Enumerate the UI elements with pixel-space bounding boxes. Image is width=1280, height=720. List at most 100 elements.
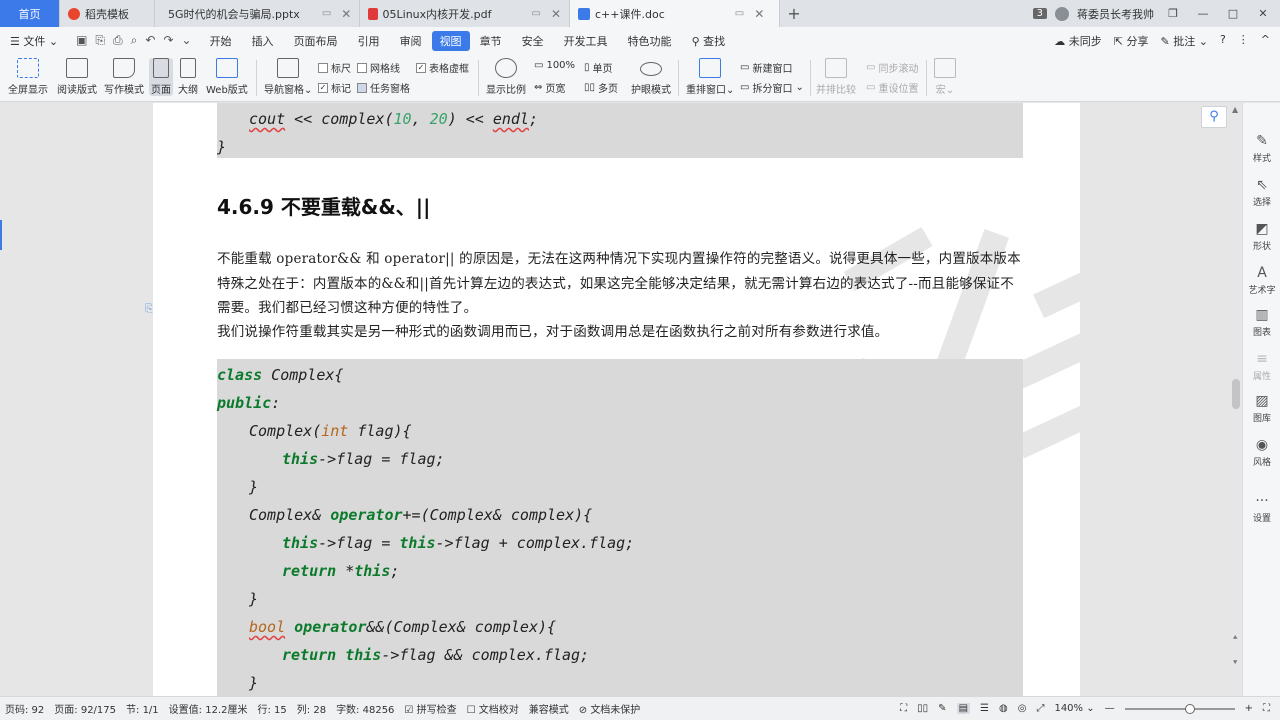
page-view-icon[interactable]: ▤ <box>956 703 971 714</box>
side-gallery-button[interactable]: ▨ 图库 <box>1243 393 1280 424</box>
tab-doc[interactable]: c++课件.doc ▭ ✕ <box>570 0 780 27</box>
sync-scroll-button[interactable]: ▭ 同步滚动 <box>866 60 918 75</box>
maximize-icon[interactable]: □ <box>1222 7 1244 20</box>
close-window-icon[interactable]: ✕ <box>1252 7 1274 20</box>
zoom-slider-knob[interactable] <box>1184 703 1195 714</box>
side-style-button[interactable]: ◉ 风格 <box>1243 437 1280 468</box>
vertical-scrollbar[interactable]: ▲ ⯅ ⯆ <box>1230 103 1242 696</box>
sync-button[interactable]: ☁ 未同步 <box>1054 33 1102 49</box>
eye-protect-icon[interactable]: ◎ <box>1018 703 1027 714</box>
proofread-button[interactable]: ☐ 文档校对 <box>462 701 524 716</box>
tab-pdf[interactable]: 05Linux内核开发.pdf ▭ ✕ <box>360 0 570 27</box>
outline-view-icon[interactable]: ⛶ <box>900 703 907 714</box>
menu-item[interactable]: 插入 <box>242 33 284 49</box>
menu-item[interactable]: 引用 <box>348 33 390 49</box>
share-button[interactable]: ⇱ 分享 <box>1114 33 1149 49</box>
save-icon[interactable]: ▣ <box>76 33 87 48</box>
menu-file[interactable]: ☰ 文件 ⌄ <box>0 33 68 49</box>
close-icon[interactable]: ✕ <box>341 7 351 21</box>
outline-button[interactable]: 大纲 <box>178 58 198 96</box>
prev-page-icon[interactable]: ⯅ <box>1232 633 1238 643</box>
help-icon[interactable]: ? <box>1220 33 1226 49</box>
minimize-tab-icon[interactable]: ▭ <box>531 8 540 19</box>
nav-pane-button[interactable]: 导航窗格⌄ <box>264 58 312 96</box>
document-page[interactable]: cout << complex(10, 20) << endl; } 4.6.9… <box>153 103 1080 696</box>
writing-mode-button[interactable]: 写作模式 <box>104 58 144 96</box>
single-page-button[interactable]: ▯ 单页 <box>584 60 613 75</box>
reading-layout-button[interactable]: 阅读版式 <box>57 58 97 96</box>
task-pane-checkbox[interactable]: 任务窗格 <box>357 80 410 95</box>
tab-home[interactable]: 首页 <box>0 0 60 27</box>
new-window-button[interactable]: ▭ 新建窗口 <box>740 60 792 75</box>
menu-item[interactable]: 安全 <box>512 33 554 49</box>
status-page-of[interactable]: 页面: 92/175 <box>49 701 121 716</box>
zoom-value[interactable]: 140% ⌄ <box>1054 703 1094 714</box>
more-icon[interactable]: ⋮ <box>1238 33 1249 49</box>
side-chart-button[interactable]: ▥ 图表 <box>1243 307 1280 338</box>
tab-pptx[interactable]: 5G时代的机会与骗局.pptx ▭ ✕ <box>155 0 360 27</box>
scroll-up-icon[interactable]: ▲ <box>1232 105 1238 114</box>
comment-button[interactable]: ✎ 批注 ⌄ <box>1161 33 1208 49</box>
close-icon[interactable]: ✕ <box>754 7 764 21</box>
side-settings-button[interactable]: ··· 设置 <box>1243 493 1280 524</box>
status-page-num[interactable]: 页码: 92 <box>0 701 49 716</box>
zoom-out-icon[interactable]: — <box>1105 703 1115 714</box>
status-words[interactable]: 字数: 48256 <box>331 701 399 716</box>
mark-checkbox[interactable]: ✓ 标记 <box>318 80 351 95</box>
new-tab-button[interactable]: + <box>780 0 808 27</box>
page-view-button[interactable]: 页面 <box>149 58 173 96</box>
fullscreen-button[interactable]: 全屏显示 <box>8 58 48 96</box>
page-width-button[interactable]: ⇔ 页宽 <box>534 80 565 95</box>
gridlines-checkbox[interactable]: 网格线 <box>357 60 400 75</box>
minimize-tab-icon[interactable]: ▭ <box>322 8 331 19</box>
menu-item[interactable]: 特色功能 <box>618 33 682 49</box>
fullscreen-icon[interactable]: ⤢ <box>1036 703 1044 714</box>
next-page-icon[interactable]: ⯆ <box>1232 658 1238 668</box>
restore-icon[interactable]: ❐ <box>1162 7 1184 20</box>
macro-button[interactable]: 宏⌄ <box>934 58 956 96</box>
menu-item[interactable]: 页面布局 <box>284 33 348 49</box>
side-properties-button[interactable]: ≡ 属性 <box>1243 351 1280 382</box>
writing-view-icon[interactable]: ✎ <box>938 703 946 714</box>
side-wordart-button[interactable]: A 艺术字 <box>1243 265 1280 296</box>
redo-icon[interactable]: ↷ <box>163 33 173 48</box>
spell-check-button[interactable]: ☑ 拼写检查 <box>399 701 461 716</box>
preview-icon[interactable]: ⌕ <box>131 33 138 48</box>
minimize-tab-icon[interactable]: ▭ <box>735 8 744 19</box>
customize-icon[interactable]: ⌄ <box>182 33 192 48</box>
window-count-badge[interactable]: 3 <box>1032 8 1047 19</box>
outline-icon[interactable]: ☰ <box>980 703 989 714</box>
ruler-checkbox[interactable]: 标尺 <box>318 60 351 75</box>
minimize-icon[interactable]: — <box>1192 7 1214 20</box>
user-name[interactable]: 蒋委员长考我帅 <box>1077 6 1154 22</box>
location-pin-icon[interactable]: ⚲ <box>1201 106 1227 128</box>
zoom-in-icon[interactable]: + <box>1245 703 1253 714</box>
zoom-100-button[interactable]: ▭ 100% <box>534 60 575 71</box>
side-select-button[interactable]: ⇖ 选择 <box>1243 177 1280 208</box>
menu-item[interactable]: 章节 <box>470 33 512 49</box>
search-button[interactable]: ⚲ 查找 <box>682 33 736 49</box>
print-icon[interactable]: ⎙ <box>113 33 123 48</box>
collapse-ribbon-icon[interactable]: ^ <box>1261 33 1270 49</box>
menu-item[interactable]: 审阅 <box>390 33 432 49</box>
reading-view-icon[interactable]: ▯▯ <box>917 703 928 714</box>
rearrange-window-button[interactable]: 重排窗口⌄ <box>686 58 734 96</box>
undo-icon[interactable]: ↶ <box>145 33 155 48</box>
web-view-icon[interactable]: ◍ <box>999 703 1008 714</box>
split-window-button[interactable]: ▭ 拆分窗口 ⌄ <box>740 80 804 95</box>
menu-item[interactable]: 开发工具 <box>554 33 618 49</box>
tab-daoke[interactable]: 稻壳模板 <box>60 0 155 27</box>
web-layout-button[interactable]: Web版式 <box>206 58 248 96</box>
side-styles-button[interactable]: ✎ 样式 <box>1243 133 1280 164</box>
share-icon[interactable]: ⎘ <box>95 33 105 48</box>
reset-position-button[interactable]: ▭ 重设位置 <box>866 80 918 95</box>
side-by-side-button[interactable]: 并排比较 <box>816 58 856 96</box>
fit-window-icon[interactable]: ⛶ <box>1263 703 1270 714</box>
protect-button[interactable]: ⊘ 文档未保护 <box>574 701 646 716</box>
avatar[interactable] <box>1055 6 1069 21</box>
scrollbar-thumb[interactable] <box>1232 379 1240 409</box>
multi-page-button[interactable]: ▯▯ 多页 <box>584 80 618 95</box>
menu-item[interactable]: 开始 <box>200 33 242 49</box>
menu-item-view[interactable]: 视图 <box>431 30 470 51</box>
zoom-slider[interactable] <box>1124 703 1235 714</box>
